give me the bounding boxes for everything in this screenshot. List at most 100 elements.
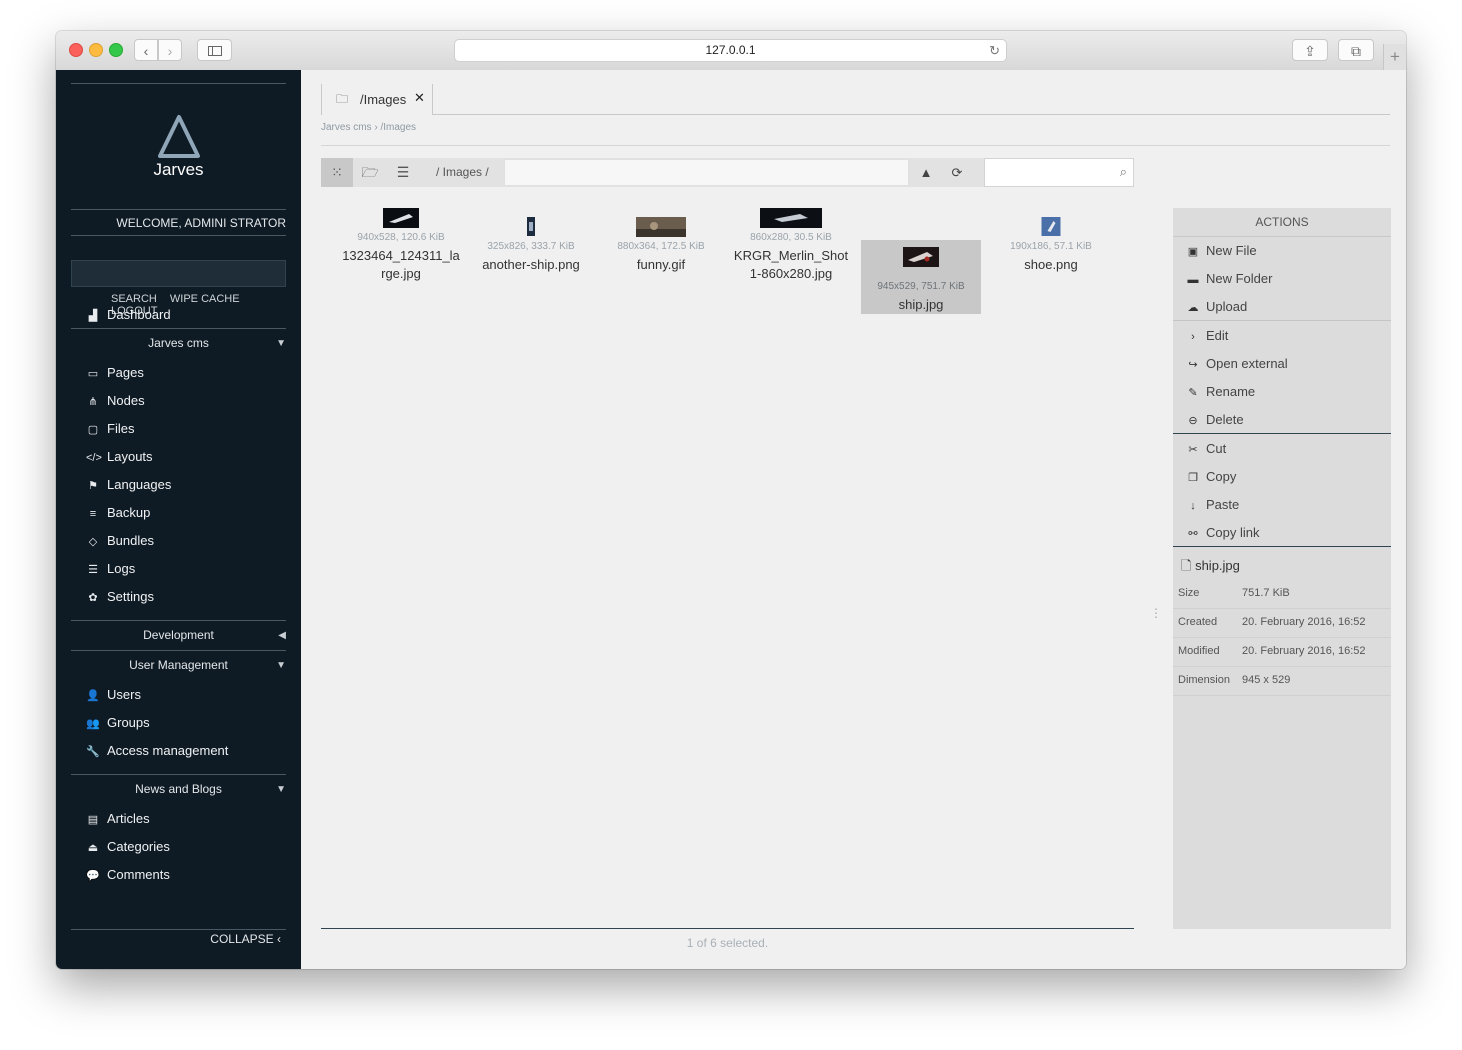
close-icon[interactable]: ✕ [414,90,425,106]
sidebar-item-articles[interactable]: ▤ Articles [86,810,150,828]
file-thumbnail [1041,217,1061,236]
section-jarves-cms[interactable]: Jarves cms [71,336,286,350]
section-news-and-blogs[interactable]: News and Blogs [71,782,286,796]
minimize-window-button[interactable] [89,43,103,57]
panel-resize-handle[interactable]: ⋮ [1150,606,1162,620]
chevron-down-icon[interactable]: ▼ [276,338,286,349]
file-item[interactable]: 860x280, 30.5 KiB KRGR_Merlin_Shot1-860x… [731,200,851,290]
back-button[interactable]: ‹ [134,39,158,61]
tab-bar-rule [321,114,1390,115]
collapse-label: COLLAPSE [210,932,274,946]
tab-images[interactable]: 🗀 /Images ✕ [321,84,433,115]
tree-view-button[interactable]: 🗁 [354,158,386,187]
delete-button[interactable]: ⊖ Delete [1187,411,1243,429]
action-label: Open external [1206,356,1288,371]
sidebar-item-label: Settings [107,589,154,604]
sidebar-item-nodes[interactable]: ⋔ Nodes [86,392,144,410]
jarves-logo[interactable] [154,114,204,165]
divider [1173,320,1391,321]
new-tab-button[interactable]: + [1383,44,1406,70]
sidebar-item-backup[interactable]: ≡ Backup [86,504,151,522]
file-item[interactable]: 325x826, 333.7 KiB another-ship.png [471,200,591,290]
paste-button[interactable]: ↓ Paste [1187,496,1239,514]
section-user-management[interactable]: User Management [71,658,286,672]
refresh-button[interactable]: ⟳ [942,158,972,187]
rename-button[interactable]: ✎ Rename [1187,383,1255,401]
share-icon: ⇪ [1304,43,1316,59]
share-button[interactable]: ⇪ [1292,39,1328,61]
sidebar-item-layouts[interactable]: </> Layouts [86,448,153,466]
info-value: 751.7 KiB [1242,587,1290,599]
info-value: 945 x 529 [1242,674,1291,686]
file-search-input[interactable]: ⌕ [984,158,1134,187]
upload-button[interactable]: ☁ Upload [1187,298,1248,316]
file-thumbnail [383,208,419,228]
zoom-window-button[interactable] [109,43,123,57]
scissors-icon: ✂ [1188,444,1198,456]
search-link[interactable]: SEARCH [111,293,157,305]
new-file-button[interactable]: ▣ New File [1187,242,1257,260]
file-item[interactable]: 880x364, 172.5 KiB funny.gif [601,200,721,290]
sidebar-item-files[interactable]: ▢ Files [86,420,135,438]
sidebar-item-groups[interactable]: 👥 Groups [86,714,150,732]
wipe-cache-link[interactable]: WIPE CACHE [170,293,240,305]
collapse-button[interactable]: COLLAPSE ‹ [210,932,281,946]
file-item-selected[interactable]: 945x529, 751.7 KiB ship.jpg [861,240,981,314]
go-up-button[interactable]: ▲ [911,158,941,187]
divider [71,774,286,775]
grid-view-button[interactable]: ⁙ [321,158,353,187]
sidebar-item-label: Pages [107,365,144,380]
new-folder-button[interactable]: ▬ New Folder [1187,270,1273,288]
sidebar-item-users[interactable]: 👤 Users [86,686,141,704]
sidebar-item-dashboard[interactable]: ▟ Dashboard [86,306,171,324]
info-file-label: ship.jpg [1195,558,1240,573]
copy-button[interactable]: ❐ Copy [1187,468,1236,486]
list-view-button[interactable]: ☰ [387,158,419,187]
section-development[interactable]: Development [71,628,286,642]
file-manager: 🗀 /Images ✕ Jarves cms › /Images ⁙ 🗁 ☰ /… [301,70,1406,969]
copy-link-button[interactable]: ⚯ Copy link [1187,524,1259,542]
sidebar-item-label: Logs [107,561,136,576]
chevron-down-icon[interactable]: ▼ [276,660,286,671]
chevron-left-icon: ‹ [277,932,281,946]
breadcrumb[interactable]: Jarves cms › /Images [321,122,416,133]
chevron-left-icon[interactable]: ◀ [278,630,286,641]
sidebar-item-comments[interactable]: 💬 Comments [86,866,170,884]
forward-button[interactable]: › [158,39,182,61]
path-input[interactable] [504,159,909,186]
chevron-down-icon[interactable]: ▼ [276,784,286,795]
sidebar-item-logs[interactable]: ☰ Logs [86,560,135,578]
address-bar[interactable]: 127.0.0.1 ↻ [454,39,1007,62]
cloud-upload-icon: ☁ [1187,302,1199,314]
info-row-created: Created 20. February 2016, 16:52 [1173,608,1391,638]
search-icon: ⌕ [1119,164,1127,179]
file-item[interactable]: 190x186, 57.1 KiB shoe.png [991,200,1111,290]
sidebar-toggle-button[interactable] [197,39,232,61]
file-item[interactable]: 940x528, 120.6 KiB 1323464_124311_large.… [341,200,461,290]
open-external-button[interactable]: ↪ Open external [1187,355,1288,373]
divider [71,83,286,84]
reload-icon[interactable]: ↻ [989,40,1000,61]
path-label[interactable]: / Images / [436,165,489,179]
divider [1173,546,1391,547]
sidebar-item-settings[interactable]: ✿ Settings [86,588,154,606]
selection-status: 1 of 6 selected. [686,936,769,950]
sidebar-item-bundles[interactable]: ◇ Bundles [86,532,154,550]
edit-button[interactable]: › Edit [1187,327,1228,345]
cut-button[interactable]: ✂ Cut [1187,440,1226,458]
file-meta: 325x826, 333.7 KiB [487,241,575,252]
sidebar-search-input[interactable] [71,260,286,287]
tabs-overview-button[interactable]: ⧉ [1338,39,1374,61]
action-label: Edit [1206,328,1229,343]
action-label: New Folder [1206,271,1273,286]
close-window-button[interactable] [69,43,83,57]
sidebar-item-languages[interactable]: ⚑ Languages [86,476,171,494]
sidebar-item-label: Bundles [107,533,154,548]
chevron-right-icon: › [1191,331,1195,343]
sidebar-item-pages[interactable]: ▭ Pages [86,364,144,382]
divider [71,235,286,236]
divider [71,650,286,651]
sidebar-item-categories[interactable]: ⏏ Categories [86,838,170,856]
sidebar-item-access-management[interactable]: 🔧 Access management [86,742,228,760]
user-icon: 👤 [86,690,100,702]
